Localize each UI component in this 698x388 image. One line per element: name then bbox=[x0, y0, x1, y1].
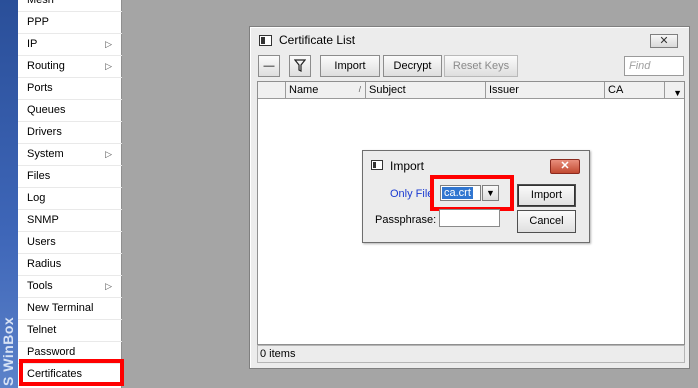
find-input[interactable]: Find bbox=[624, 56, 684, 76]
window-icon bbox=[259, 35, 272, 46]
sidebar-item-label: System bbox=[27, 148, 64, 160]
decrypt-button[interactable]: Decrypt bbox=[383, 55, 442, 77]
submenu-arrow-icon: ▷ bbox=[105, 149, 112, 159]
sidebar-item-drivers[interactable]: Drivers bbox=[18, 122, 122, 144]
sidebar-item-label: New Terminal bbox=[27, 302, 94, 314]
reset-keys-button[interactable]: Reset Keys bbox=[444, 55, 518, 77]
sidebar-menu: Mesh PPP IP ▷ Routing ▷ Ports Queues Drivers Syst… bbox=[18, 0, 122, 388]
sidebar-item-telnet[interactable]: Telnet bbox=[18, 320, 122, 342]
column-header-name[interactable]: Name / bbox=[286, 82, 366, 99]
sidebar-item-snmp[interactable]: SNMP bbox=[18, 210, 122, 232]
import-button[interactable]: Import bbox=[320, 55, 380, 77]
sidebar-item-label: Password bbox=[27, 346, 76, 358]
sidebar-item-label: Radius bbox=[27, 258, 62, 270]
sidebar-item-label: Users bbox=[27, 236, 56, 248]
dialog-titlebar[interactable]: Import ✕ bbox=[363, 151, 589, 174]
sidebar-item-new-terminal[interactable]: New Terminal bbox=[18, 298, 122, 320]
only-file-label: Only File bbox=[390, 188, 434, 200]
sidebar-item-label: SNMP bbox=[27, 214, 59, 226]
window-title: Certificate List bbox=[279, 33, 356, 47]
column-name-label: Name bbox=[289, 84, 319, 96]
file-select-value: ca.crt bbox=[442, 187, 473, 199]
column-chooser-button[interactable]: ▼ bbox=[665, 82, 685, 99]
dialog-close-button[interactable]: ✕ bbox=[550, 159, 580, 174]
passphrase-input[interactable] bbox=[439, 209, 500, 227]
sidebar-item-label: Queues bbox=[27, 104, 66, 116]
sort-indicator-icon: / bbox=[358, 85, 361, 94]
submenu-arrow-icon: ▷ bbox=[105, 281, 112, 291]
window-titlebar[interactable]: Certificate List ✕ bbox=[250, 27, 689, 53]
sidebar-item-label: IP bbox=[27, 38, 38, 50]
dialog-icon bbox=[371, 160, 383, 170]
sidebar-item-ip[interactable]: IP ▷ bbox=[18, 34, 122, 56]
arrow-down-icon: ▼ bbox=[486, 188, 495, 198]
sidebar-item-log[interactable]: Log bbox=[18, 188, 122, 210]
sidebar-item-radius[interactable]: Radius bbox=[18, 254, 122, 276]
sidebar-item-label: Telnet bbox=[27, 324, 57, 336]
dialog-import-button[interactable]: Import bbox=[517, 184, 576, 207]
status-bar: 0 items bbox=[257, 345, 685, 363]
sidebar-item-password[interactable]: Password bbox=[18, 342, 122, 364]
sidebar-item-files[interactable]: Files bbox=[18, 166, 122, 188]
column-header-select[interactable] bbox=[258, 82, 286, 99]
sidebar-item-label: Drivers bbox=[27, 126, 62, 138]
sidebar-item-tools[interactable]: Tools ▷ bbox=[18, 276, 122, 298]
sidebar-item-ports[interactable]: Ports bbox=[18, 78, 122, 100]
sidebar-item-ppp[interactable]: PPP bbox=[18, 12, 122, 34]
column-header-issuer[interactable]: Issuer bbox=[486, 82, 605, 99]
dialog-cancel-button[interactable]: Cancel bbox=[517, 210, 576, 233]
window-close-button[interactable]: ✕ bbox=[650, 34, 678, 48]
sidebar-item-routing[interactable]: Routing ▷ bbox=[18, 56, 122, 78]
column-header-subject[interactable]: Subject bbox=[366, 82, 486, 99]
item-count: 0 items bbox=[260, 348, 296, 360]
sidebar-item-label: Files bbox=[27, 170, 51, 182]
file-select-dropdown-button[interactable]: ▼ bbox=[482, 185, 499, 201]
brand-strip-text: S WinBox bbox=[0, 316, 16, 386]
chevron-down-icon: ▼ bbox=[673, 88, 682, 98]
sidebar-item-label: Tools bbox=[27, 280, 53, 292]
remove-button[interactable]: — bbox=[258, 55, 280, 77]
sidebar-item-users[interactable]: Users bbox=[18, 232, 122, 254]
sidebar-item-label: Certificates bbox=[27, 368, 83, 380]
dialog-title: Import bbox=[390, 159, 425, 173]
submenu-arrow-icon: ▷ bbox=[105, 61, 112, 71]
sidebar-item-certificates[interactable]: Certificates bbox=[18, 364, 122, 386]
sidebar-item-label: Ports bbox=[27, 82, 53, 94]
sidebar-item-label: PPP bbox=[27, 16, 50, 28]
filter-button[interactable] bbox=[289, 55, 311, 77]
sidebar-item-label: Mesh bbox=[27, 0, 54, 6]
passphrase-label: Passphrase: bbox=[375, 214, 437, 226]
sidebar-item-system[interactable]: System ▷ bbox=[18, 144, 122, 166]
sidebar-item-mesh[interactable]: Mesh bbox=[18, 0, 122, 12]
sidebar-item-queues[interactable]: Queues bbox=[18, 100, 122, 122]
sidebar-item-label: Log bbox=[27, 192, 46, 204]
sidebar-item-label: Routing bbox=[27, 60, 65, 72]
table-header: Name / Subject Issuer CA ▼ bbox=[258, 82, 684, 99]
column-header-ca[interactable]: CA bbox=[605, 82, 665, 99]
file-select[interactable]: ca.crt bbox=[440, 185, 481, 201]
funnel-icon bbox=[293, 59, 307, 72]
brand-strip: S WinBox bbox=[0, 0, 18, 388]
submenu-arrow-icon: ▷ bbox=[105, 39, 112, 49]
